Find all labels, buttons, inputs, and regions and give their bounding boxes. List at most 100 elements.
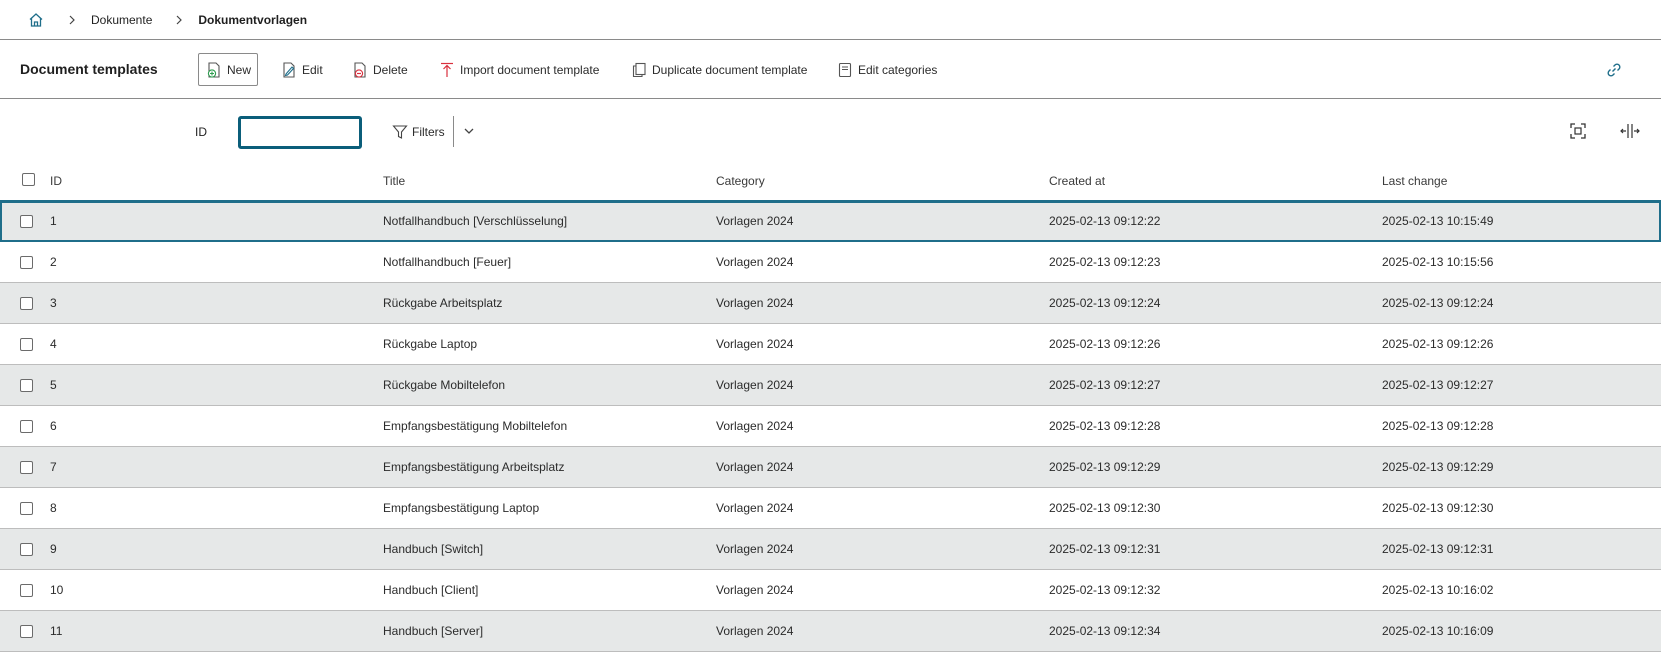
row-checkbox[interactable]	[20, 256, 33, 269]
edit-button-label: Edit	[302, 62, 323, 77]
column-header-category[interactable]: Category	[716, 174, 765, 188]
cell-category: Vorlagen 2024	[716, 624, 794, 638]
chevron-down-icon[interactable]	[460, 122, 478, 140]
new-button-label: New	[227, 62, 252, 77]
import-document-template-button[interactable]: Import document template	[438, 53, 599, 86]
cell-created-at: 2025-02-13 09:12:31	[1049, 542, 1161, 556]
duplicate-document-template-button[interactable]: Duplicate document template	[630, 53, 807, 86]
row-checkbox[interactable]	[20, 461, 33, 474]
row-checkbox[interactable]	[20, 584, 33, 597]
cell-title: Empfangsbestätigung Mobiltelefon	[383, 419, 568, 433]
funnel-icon	[392, 124, 408, 140]
filters-button-label: Filters	[412, 125, 445, 139]
cell-last-change: 2025-02-13 09:12:29	[1382, 460, 1494, 474]
row-checkbox[interactable]	[20, 297, 33, 310]
filters-button[interactable]: Filters	[392, 116, 445, 148]
row-checkbox[interactable]	[20, 625, 33, 638]
cell-title: Empfangsbestätigung Laptop	[383, 501, 540, 515]
row-checkbox[interactable]	[20, 502, 33, 515]
cell-created-at: 2025-02-13 09:12:24	[1049, 296, 1161, 310]
row-checkbox[interactable]	[20, 379, 33, 392]
cell-last-change: 2025-02-13 09:12:31	[1382, 542, 1494, 556]
delete-button-label: Delete	[373, 62, 408, 77]
edit-categories-button[interactable]: Edit categories	[836, 53, 937, 86]
toolbar: Document templates New Edit Delete Impor…	[0, 40, 1661, 99]
breadcrumb-item-dokumente[interactable]: Dokumente	[91, 13, 152, 27]
cell-created-at: 2025-02-13 09:12:30	[1049, 501, 1161, 515]
table-body: 1 Notfallhandbuch [Verschlüsselung] Vorlag…	[0, 201, 1661, 652]
table-row[interactable]: 2 Notfallhandbuch [Feuer] Vorlagen 2024 202…	[0, 242, 1661, 283]
cell-category: Vorlagen 2024	[716, 542, 794, 556]
column-header-last-change[interactable]: Last change	[1382, 174, 1447, 188]
cell-title: Handbuch [Client]	[383, 583, 479, 597]
cell-title: Rückgabe Arbeitsplatz	[383, 296, 503, 310]
table-header: ID Title Category Created at Last change	[0, 161, 1661, 201]
table-row[interactable]: 1 Notfallhandbuch [Verschlüsselung] Vorlag…	[0, 201, 1661, 242]
document-add-icon	[205, 61, 223, 79]
cell-last-change: 2025-02-13 10:16:09	[1382, 624, 1494, 638]
cell-created-at: 2025-02-13 09:12:27	[1049, 378, 1161, 392]
table-row[interactable]: 9 Handbuch [Switch] Vorlagen 2024 2025-02-1…	[0, 529, 1661, 570]
home-icon[interactable]	[27, 11, 45, 29]
row-checkbox[interactable]	[20, 338, 33, 351]
cell-id: 5	[50, 378, 57, 392]
cell-created-at: 2025-02-13 09:12:29	[1049, 460, 1161, 474]
edit-button[interactable]: Edit	[280, 53, 323, 86]
cell-id: 3	[50, 296, 57, 310]
table-row[interactable]: 4 Rückgabe Laptop Vorlagen 2024 2025-02-13 …	[0, 324, 1661, 365]
cell-created-at: 2025-02-13 09:12:23	[1049, 255, 1161, 269]
table-row[interactable]: 11 Handbuch [Server] Vorlagen 2024 2025-02-…	[0, 611, 1661, 652]
fit-screen-icon[interactable]	[1568, 121, 1588, 141]
page-title: Document templates	[20, 61, 158, 77]
cell-id: 4	[50, 337, 57, 351]
cell-category: Vorlagen 2024	[716, 460, 794, 474]
cell-last-change: 2025-02-13 09:12:27	[1382, 378, 1494, 392]
column-header-id[interactable]: ID	[50, 174, 62, 188]
duplicate-button-label: Duplicate document template	[652, 62, 808, 77]
cell-category: Vorlagen 2024	[716, 419, 794, 433]
cell-last-change: 2025-02-13 09:12:24	[1382, 296, 1494, 310]
table-row[interactable]: 3 Rückgabe Arbeitsplatz Vorlagen 2024 2025-…	[0, 283, 1661, 324]
cell-id: 6	[50, 419, 57, 433]
table-row[interactable]: 7 Empfangsbestätigung Arbeitsplatz Vorlage…	[0, 447, 1661, 488]
table-row[interactable]: 8 Empfangsbestätigung Laptop Vorlagen 2024…	[0, 488, 1661, 529]
column-resize-icon[interactable]	[1620, 121, 1640, 141]
cell-category: Vorlagen 2024	[716, 583, 794, 597]
document-delete-icon	[351, 61, 369, 79]
row-checkbox[interactable]	[20, 420, 33, 433]
cell-created-at: 2025-02-13 09:12:34	[1049, 624, 1161, 638]
cell-last-change: 2025-02-13 10:15:49	[1382, 214, 1494, 228]
new-button[interactable]: New	[198, 53, 258, 86]
breadcrumb-current: Dokumentvorlagen	[198, 12, 308, 27]
row-checkbox[interactable]	[20, 215, 33, 228]
table-row[interactable]: 6 Empfangsbestätigung Mobiltelefon Vorlage…	[0, 406, 1661, 447]
cell-title: Rückgabe Mobiltelefon	[383, 378, 506, 392]
column-header-created-at[interactable]: Created at	[1049, 174, 1105, 188]
cell-created-at: 2025-02-13 09:12:28	[1049, 419, 1161, 433]
cell-last-change: 2025-02-13 09:12:28	[1382, 419, 1494, 433]
upload-arrow-icon	[438, 61, 456, 79]
edit-categories-button-label: Edit categories	[858, 62, 938, 77]
chevron-right-icon	[65, 13, 79, 27]
cell-category: Vorlagen 2024	[716, 255, 794, 269]
delete-button[interactable]: Delete	[351, 53, 408, 86]
cell-title: Notfallhandbuch [Verschlüsselung]	[383, 214, 568, 228]
column-header-title[interactable]: Title	[383, 174, 405, 188]
row-checkbox[interactable]	[20, 543, 33, 556]
filters-divider	[453, 116, 454, 147]
select-all-checkbox[interactable]	[22, 173, 35, 186]
cell-title: Notfallhandbuch [Feuer]	[383, 255, 512, 269]
table-row[interactable]: 5 Rückgabe Mobiltelefon Vorlagen 2024 2025-…	[0, 365, 1661, 406]
cell-last-change: 2025-02-13 10:16:02	[1382, 583, 1494, 597]
cell-created-at: 2025-02-13 09:12:32	[1049, 583, 1161, 597]
cell-created-at: 2025-02-13 09:12:22	[1049, 214, 1161, 228]
cell-id: 9	[50, 542, 57, 556]
cell-created-at: 2025-02-13 09:12:26	[1049, 337, 1161, 351]
cell-category: Vorlagen 2024	[716, 296, 794, 310]
link-icon[interactable]	[1604, 60, 1624, 80]
cell-category: Vorlagen 2024	[716, 337, 794, 351]
cell-id: 1	[50, 214, 57, 228]
id-filter-input[interactable]	[238, 116, 362, 149]
cell-id: 11	[50, 624, 63, 638]
table-row[interactable]: 10 Handbuch [Client] Vorlagen 2024 2025-02-…	[0, 570, 1661, 611]
